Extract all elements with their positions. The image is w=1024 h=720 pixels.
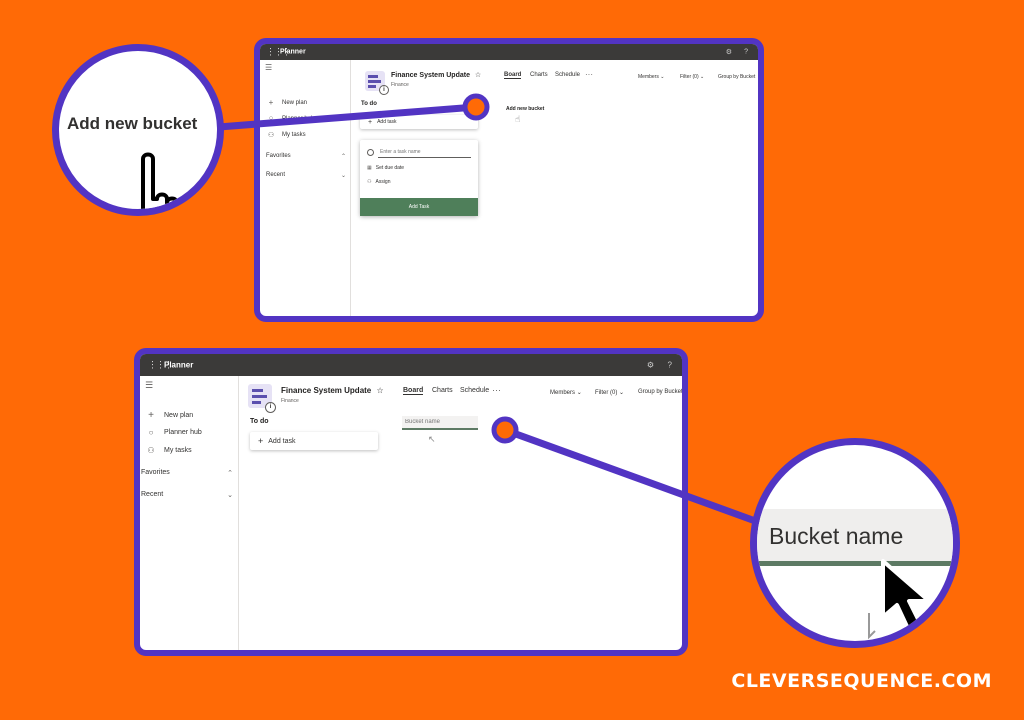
zoom-text: Bucket name (769, 523, 904, 549)
arrow-cursor-icon (868, 559, 931, 640)
hand-cursor-icon (141, 152, 189, 209)
zoom-circle-add-new-bucket: Add new bucket (52, 44, 224, 216)
zoom-circle-bucket-name: Bucket name (750, 438, 960, 648)
connector-line-2 (501, 426, 762, 526)
zoom-text: Add new bucket (67, 114, 198, 133)
site-watermark: CLEVERSEQUENCE.COM (731, 670, 992, 692)
connector-line-1 (202, 103, 480, 132)
annotation-marker-1 (462, 93, 490, 121)
annotation-marker-2 (491, 416, 519, 444)
